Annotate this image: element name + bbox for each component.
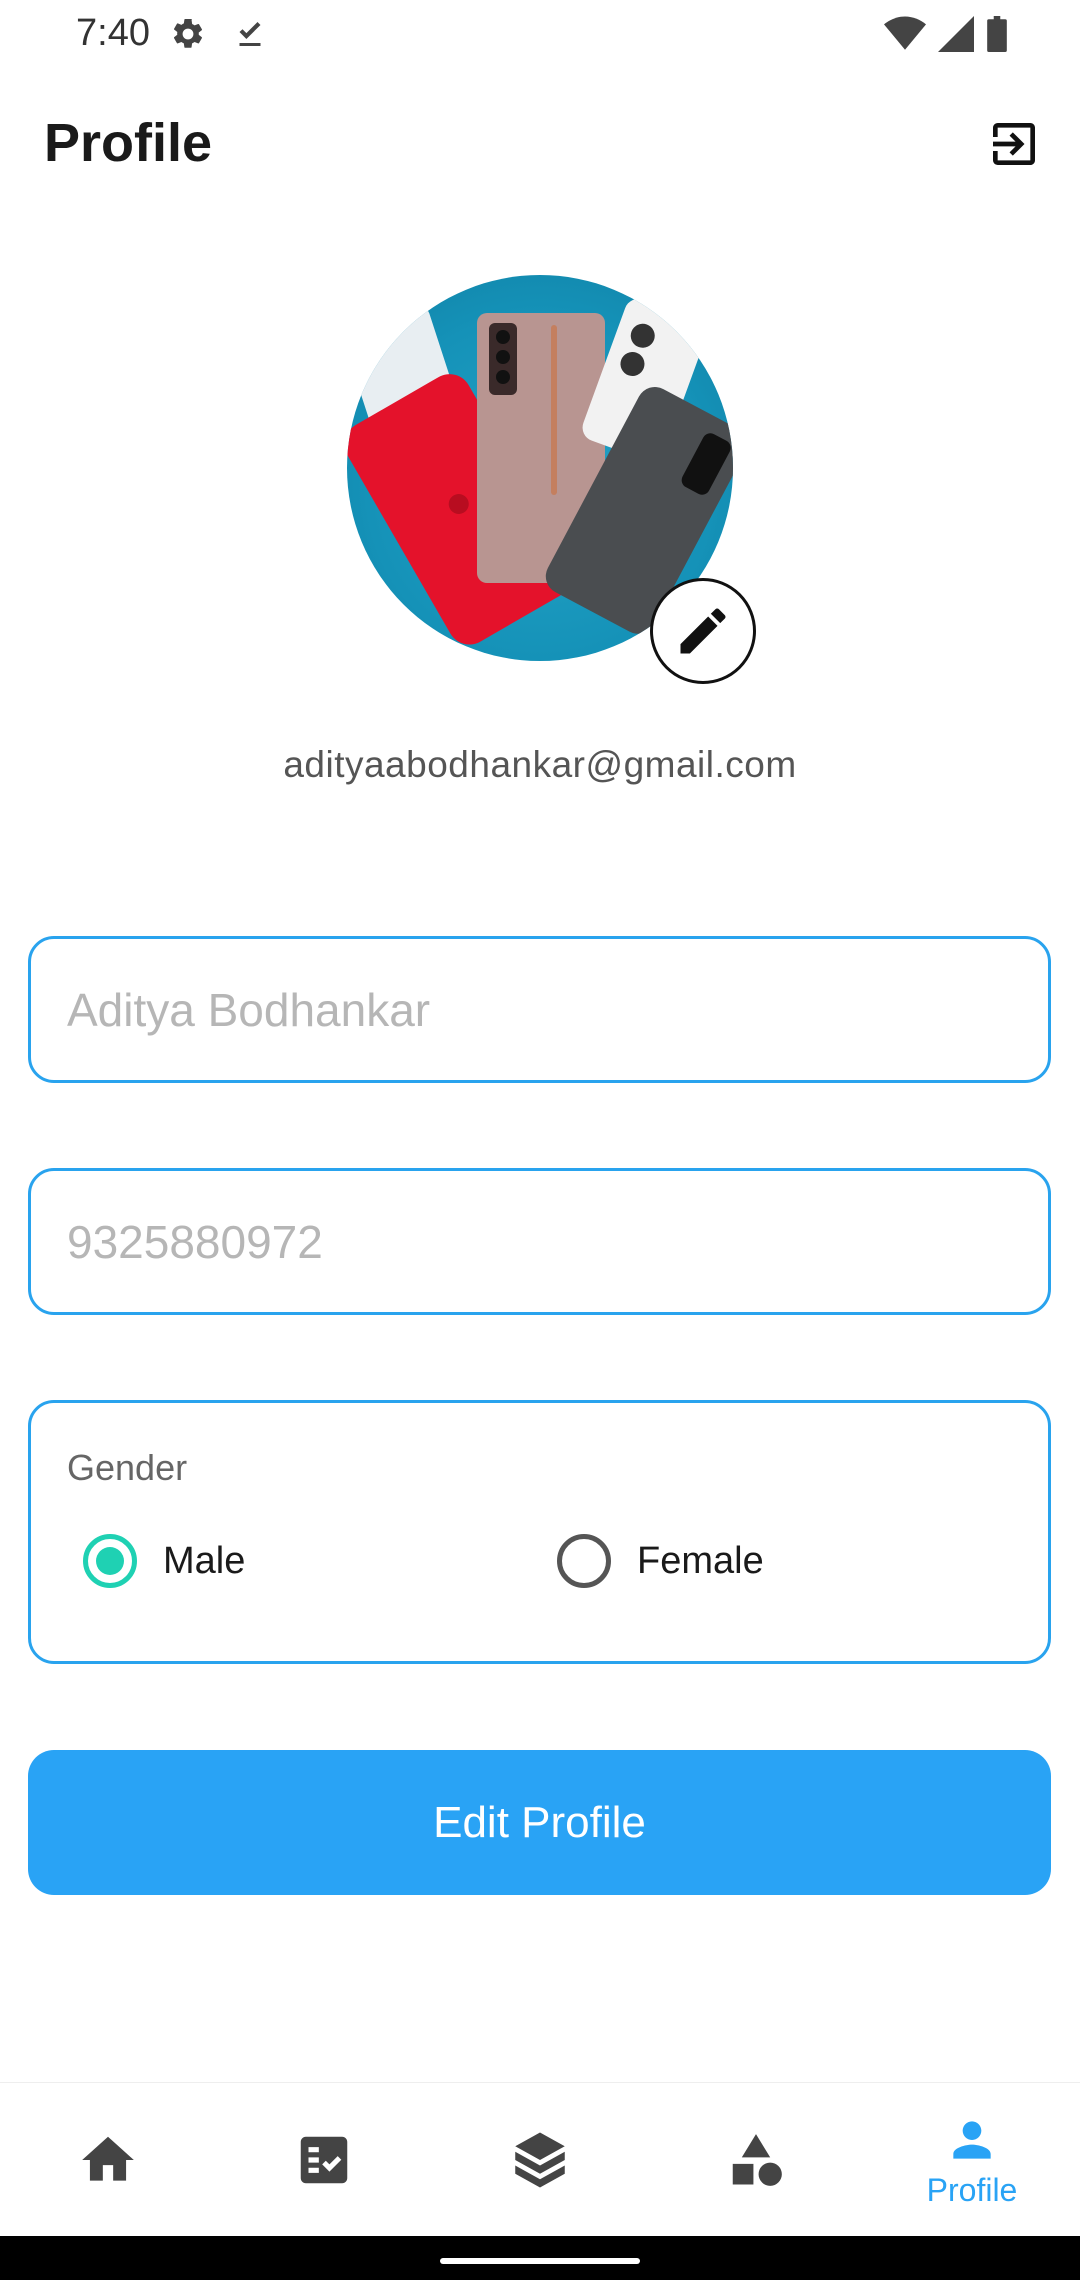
- avatar-container: [347, 275, 756, 684]
- wifi-icon: [884, 16, 926, 50]
- status-time: 7:40: [76, 12, 150, 54]
- gender-group: Gender Male Female: [28, 1400, 1051, 1664]
- radio-male-indicator[interactable]: [83, 1534, 137, 1588]
- signal-icon: [938, 16, 974, 52]
- radio-male[interactable]: Male: [83, 1531, 245, 1591]
- page-title: Profile: [44, 113, 213, 173]
- radio-male-label: Male: [163, 1539, 246, 1582]
- logout-button[interactable]: [984, 114, 1044, 174]
- nav-item-tasks[interactable]: [216, 2083, 432, 2237]
- gesture-handle[interactable]: [440, 2258, 640, 2264]
- status-icons: [884, 16, 1008, 52]
- edit-profile-button[interactable]: Edit Profile: [28, 1750, 1051, 1895]
- phone-input[interactable]: [31, 1171, 1048, 1312]
- logout-icon: [993, 123, 1035, 165]
- radio-female-label: Female: [637, 1539, 764, 1582]
- pencil-icon: [680, 608, 726, 654]
- checklist-icon: [300, 2136, 348, 2184]
- radio-female[interactable]: Female: [557, 1531, 764, 1591]
- nav-label-profile: Profile: [926, 2171, 1018, 2208]
- nav-item-categories[interactable]: [648, 2083, 864, 2237]
- bottom-nav: Profile: [0, 2082, 1080, 2237]
- nav-item-profile[interactable]: Profile: [864, 2083, 1080, 2237]
- name-input[interactable]: [31, 939, 1048, 1080]
- app-bar: Profile: [0, 100, 1080, 190]
- gear-icon: [173, 18, 203, 48]
- download-done-icon: [239, 22, 261, 46]
- person-icon: [953, 2120, 991, 2159]
- nav-item-packages[interactable]: [432, 2083, 648, 2237]
- battery-icon: [987, 16, 1007, 52]
- phone-field[interactable]: [28, 1168, 1051, 1315]
- radio-female-indicator[interactable]: [557, 1534, 611, 1588]
- nav-item-home[interactable]: [0, 2083, 216, 2237]
- box-icon: [515, 2132, 565, 2188]
- home-icon: [82, 2136, 134, 2181]
- system-nav-bar: [0, 2236, 1080, 2280]
- name-field[interactable]: [28, 936, 1051, 1083]
- edit-avatar-button[interactable]: [650, 578, 756, 684]
- gender-label: Gender: [67, 1447, 188, 1488]
- status-bar: 7:40: [0, 0, 1080, 70]
- shapes-icon: [732, 2134, 782, 2186]
- email-text: adityaabodhankar@gmail.com: [283, 744, 797, 785]
